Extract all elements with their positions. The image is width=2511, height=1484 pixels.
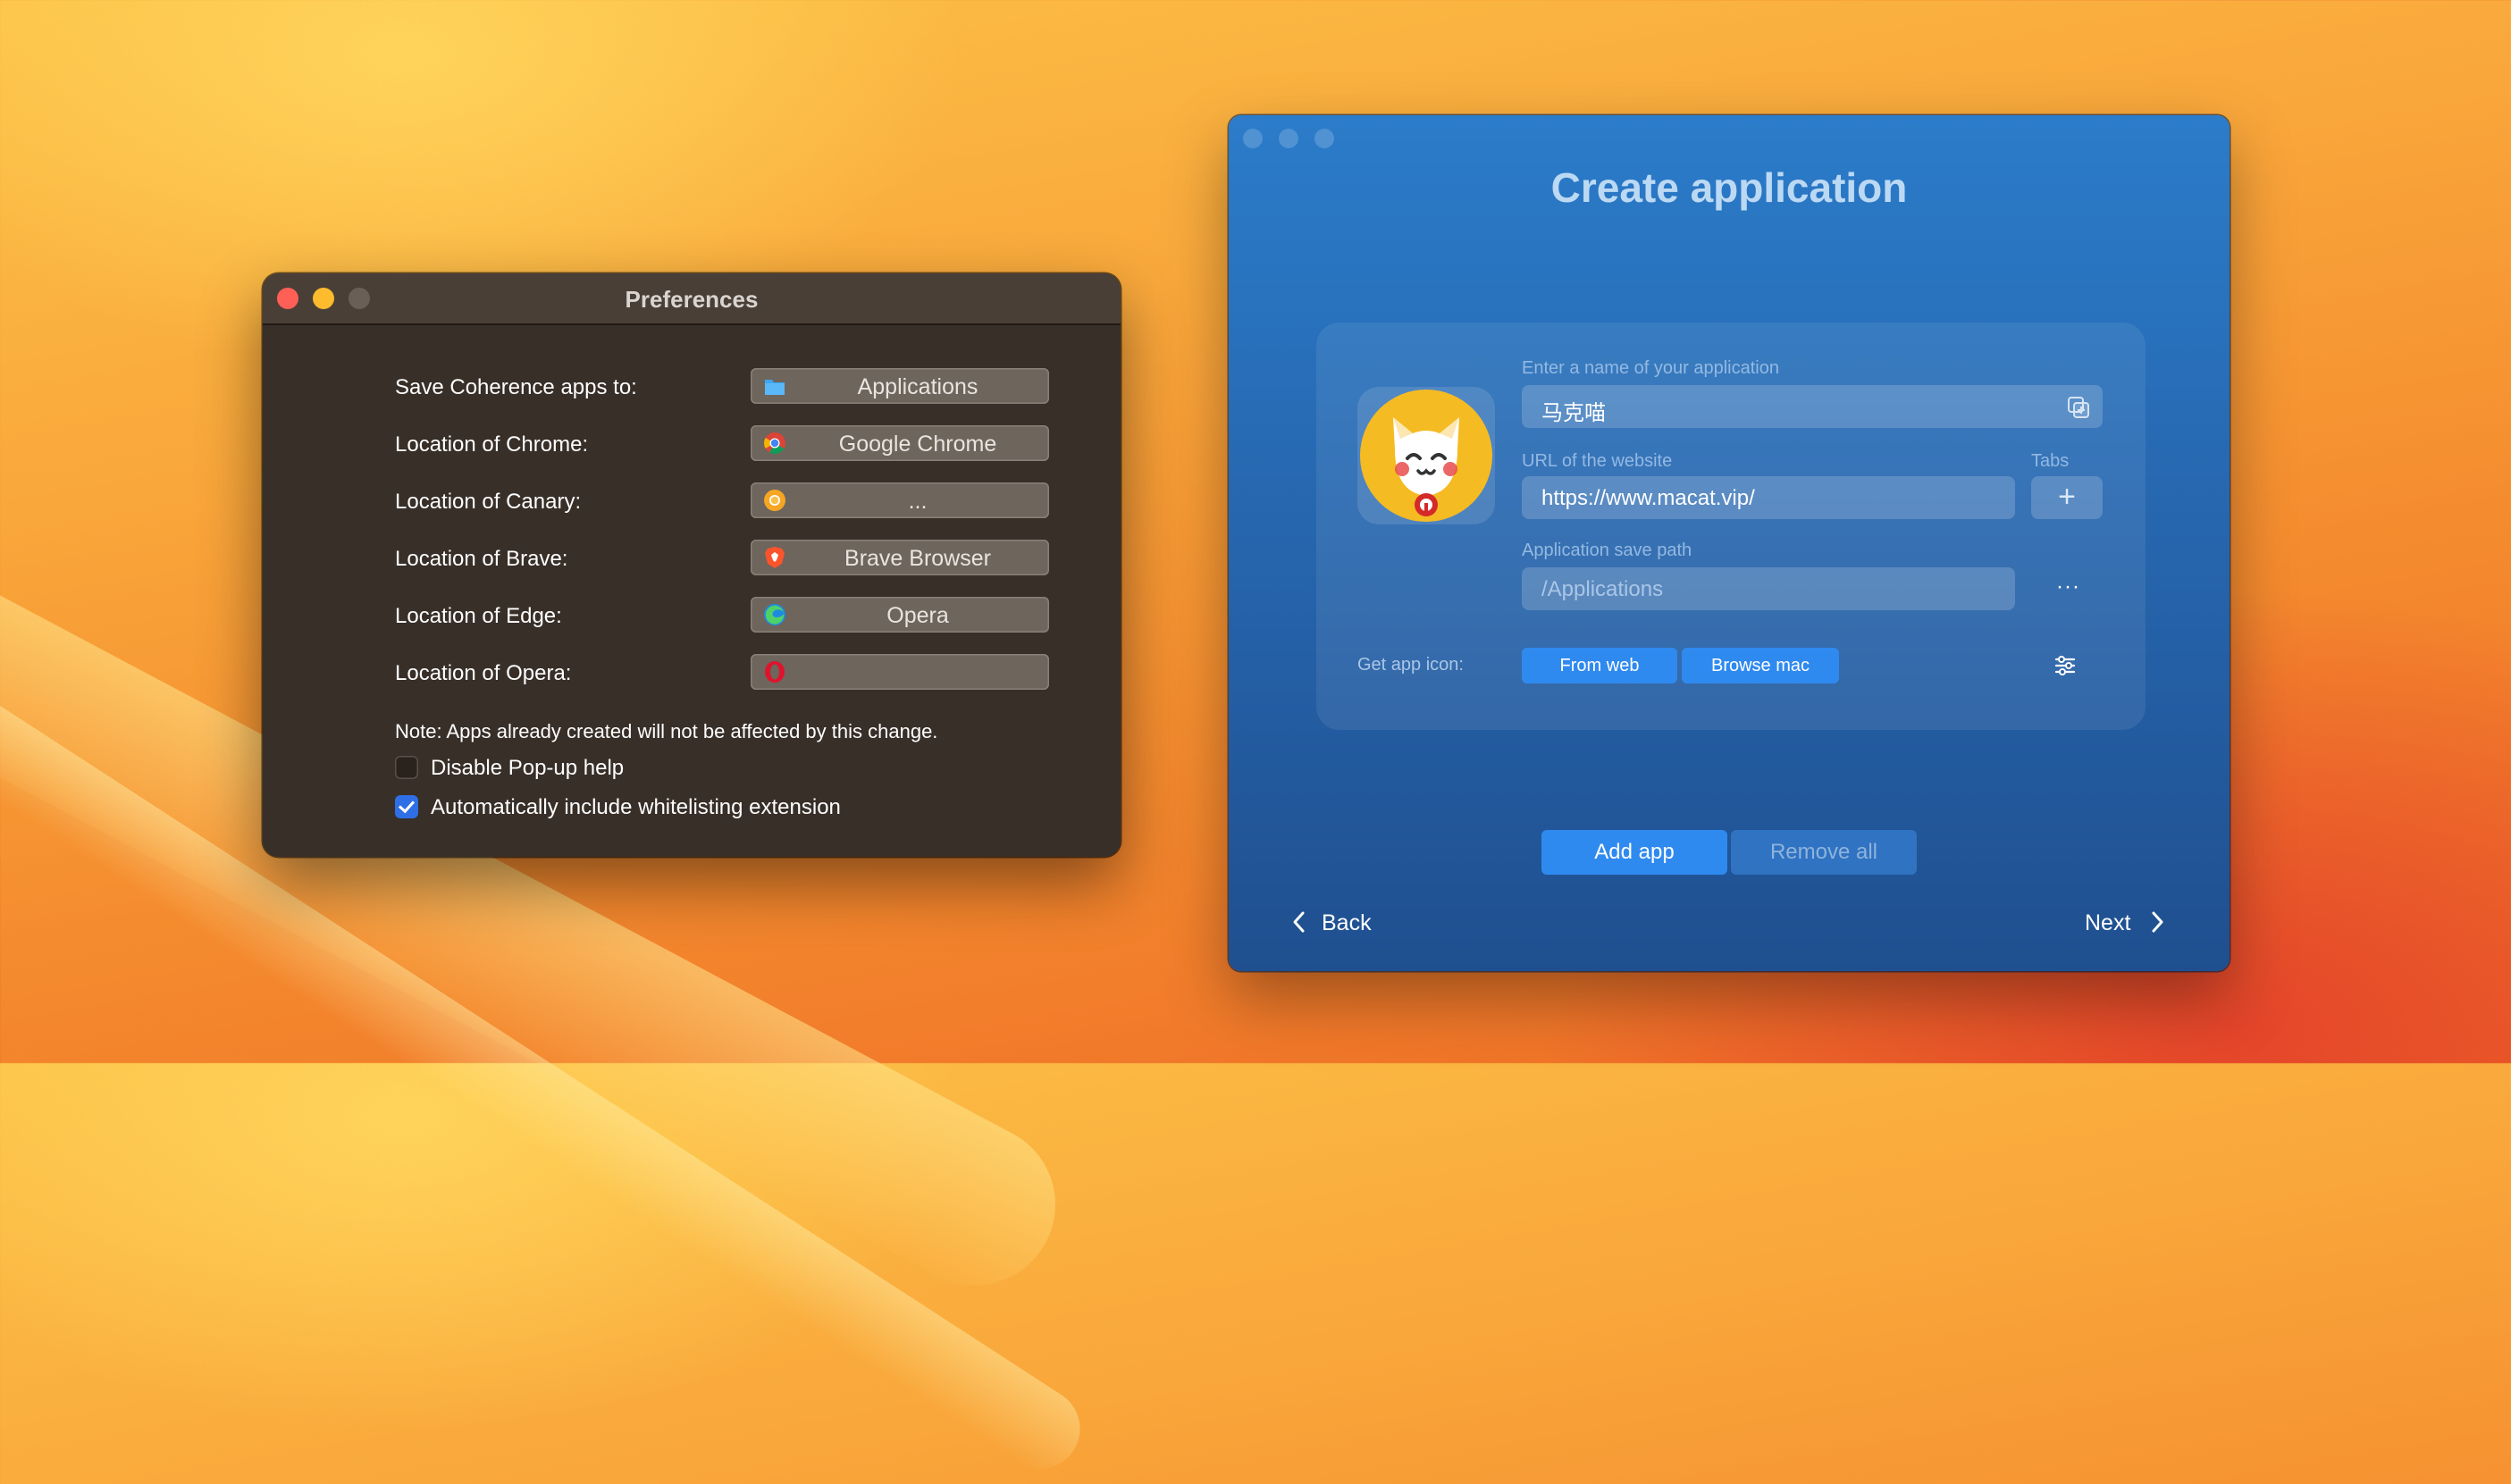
- cat-mascot-icon: [1360, 390, 1492, 522]
- app-icon-preview[interactable]: [1357, 387, 1495, 524]
- row-label: Location of Edge:: [395, 604, 562, 628]
- url-field[interactable]: https://www.macat.vip/: [1522, 476, 2015, 519]
- row-label: Location of Opera:: [395, 661, 572, 685]
- browse-mac-button[interactable]: Browse mac: [1682, 648, 1839, 683]
- opera-icon: [765, 661, 785, 683]
- canary-location-button[interactable]: ...: [751, 482, 1049, 518]
- edge-location-row: Location of Edge: Opera: [395, 597, 1049, 634]
- chrome-location-button[interactable]: Google Chrome: [751, 425, 1049, 461]
- row-label: Location of Chrome:: [395, 432, 589, 457]
- preferences-titlebar: Preferences: [263, 273, 1121, 325]
- minimize-button[interactable]: [1279, 129, 1298, 148]
- edge-location-button[interactable]: Opera: [751, 597, 1049, 633]
- row-label: Save Coherence apps to:: [395, 375, 637, 399]
- checkbox-label: Automatically include whitelisting exten…: [431, 795, 841, 819]
- paste-icon[interactable]: [2067, 396, 2090, 419]
- url-field-label: URL of the website: [1522, 451, 1673, 471]
- remove-all-button[interactable]: Remove all: [1731, 830, 1917, 875]
- sliders-icon[interactable]: [2054, 655, 2076, 676]
- browse-path-button[interactable]: ···: [2056, 574, 2080, 599]
- create-application-window: Create application Enter a name of your …: [1229, 115, 2230, 971]
- canary-location-row: Location of Canary: ...: [395, 482, 1049, 520]
- checkbox-unchecked[interactable]: [395, 756, 418, 779]
- path-field-label: Application save path: [1522, 541, 1692, 560]
- chrome-canary-icon: [764, 490, 785, 511]
- save-location-row: Save Coherence apps to: Applications: [395, 368, 1049, 406]
- checkbox-checked[interactable]: [395, 795, 418, 818]
- window-title: Preferences: [625, 286, 759, 313]
- opera-location-row: Location of Opera:: [395, 654, 1049, 692]
- edge-icon: [764, 604, 785, 625]
- get-icon-label: Get app icon:: [1357, 655, 1464, 675]
- chevron-right-icon: [2152, 911, 2163, 933]
- from-web-button[interactable]: From web: [1522, 648, 1677, 683]
- brave-icon: [765, 547, 785, 568]
- chevron-left-icon: [1293, 911, 1305, 933]
- add-tab-button[interactable]: +: [2031, 476, 2103, 519]
- row-label: Location of Brave:: [395, 547, 568, 571]
- row-label: Location of Canary:: [395, 490, 582, 514]
- folder-icon: [765, 380, 785, 395]
- close-button[interactable]: [1243, 129, 1263, 148]
- zoom-button[interactable]: [1314, 129, 1334, 148]
- preferences-window: Preferences Save Coherence apps to: Appl…: [263, 273, 1121, 857]
- app-form-panel: Enter a name of your application 马克喵 URL…: [1316, 323, 2146, 730]
- save-location-button[interactable]: Applications: [751, 368, 1049, 404]
- opera-location-button[interactable]: [751, 654, 1049, 690]
- add-app-button[interactable]: Add app: [1541, 830, 1727, 875]
- checkbox-label: Disable Pop-up help: [431, 756, 625, 780]
- chrome-icon: [764, 432, 785, 455]
- brave-location-row: Location of Brave: Brave Browser: [395, 540, 1049, 577]
- brave-location-button[interactable]: Brave Browser: [751, 540, 1049, 575]
- note-text: Note: Apps already created will not be a…: [395, 720, 938, 742]
- name-field-label: Enter a name of your application: [1522, 358, 1779, 378]
- tabs-label: Tabs: [2031, 451, 2070, 471]
- app-name-field[interactable]: 马克喵: [1522, 385, 2103, 428]
- save-path-field[interactable]: /Applications: [1522, 567, 2015, 610]
- page-title: Create application: [1550, 164, 1908, 211]
- chrome-location-row: Location of Chrome: Google Chrome: [395, 425, 1049, 463]
